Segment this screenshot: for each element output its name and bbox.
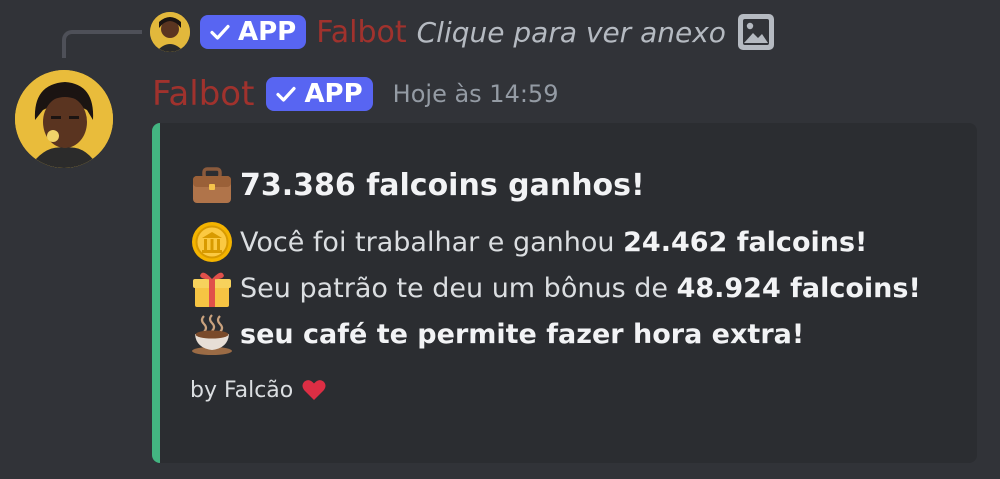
message-timestamp[interactable]: Hoje às 14:59	[393, 80, 559, 108]
chat-message: APP Falbot Clique para ver anexo Falbot …	[0, 0, 1000, 479]
gift-icon	[193, 272, 231, 307]
coin-icon	[192, 222, 232, 262]
embed-line-amount: 24.462 falcoins!	[623, 226, 868, 258]
checkmark-icon	[276, 86, 297, 102]
embed-description: Você foi trabalhar e ganhou 24.462 falco…	[190, 219, 977, 357]
embed-line-text: seu café te permite fazer hora extra!	[240, 319, 804, 350]
heart-icon	[302, 380, 326, 400]
coffee-icon	[192, 314, 232, 355]
embed-line-work: Você foi trabalhar e ganhou 24.462 falco…	[190, 219, 977, 265]
embed-line-amount: 48.924 falcoins!	[676, 272, 921, 304]
app-badge: APP	[266, 77, 373, 111]
reply-author[interactable]: Falbot	[316, 15, 406, 50]
embed-line-amount: seu café te permite fazer hora extra!	[240, 318, 805, 350]
embed-line-text: Você foi trabalhar e ganhou 24.462 falco…	[240, 226, 868, 258]
embed-card: 73.386 falcoins ganhos! Você foi trabalh…	[152, 123, 977, 463]
embed-line-bonus: Seu patrão te deu um bônus de 48.924 fal…	[190, 265, 977, 311]
embed-line-text: Seu patrão te deu um bônus de 48.924 fal…	[240, 272, 921, 304]
reply-preview[interactable]: APP Falbot Clique para ver anexo	[150, 10, 776, 54]
reply-connector	[62, 30, 142, 58]
author-avatar[interactable]	[15, 70, 113, 168]
embed-footer: by Falcão	[190, 377, 977, 403]
reply-avatar[interactable]	[150, 12, 190, 52]
checkmark-icon	[210, 24, 230, 40]
reply-text[interactable]: Clique para ver anexo	[417, 16, 726, 49]
embed-footer-text: by Falcão	[190, 377, 294, 403]
embed-title: 73.386 falcoins ganhos!	[190, 163, 977, 207]
app-badge-label: APP	[304, 79, 363, 109]
briefcase-icon	[193, 167, 231, 203]
app-badge-label: APP	[238, 17, 297, 47]
message-author[interactable]: Falbot	[152, 74, 254, 114]
image-icon	[737, 14, 774, 50]
embed-line-coffee: seu café te permite fazer hora extra!	[190, 311, 977, 357]
embed-title-text: 73.386 falcoins ganhos!	[240, 167, 645, 203]
app-badge: APP	[200, 15, 307, 49]
message-header: Falbot APP Hoje às 14:59	[152, 70, 558, 118]
